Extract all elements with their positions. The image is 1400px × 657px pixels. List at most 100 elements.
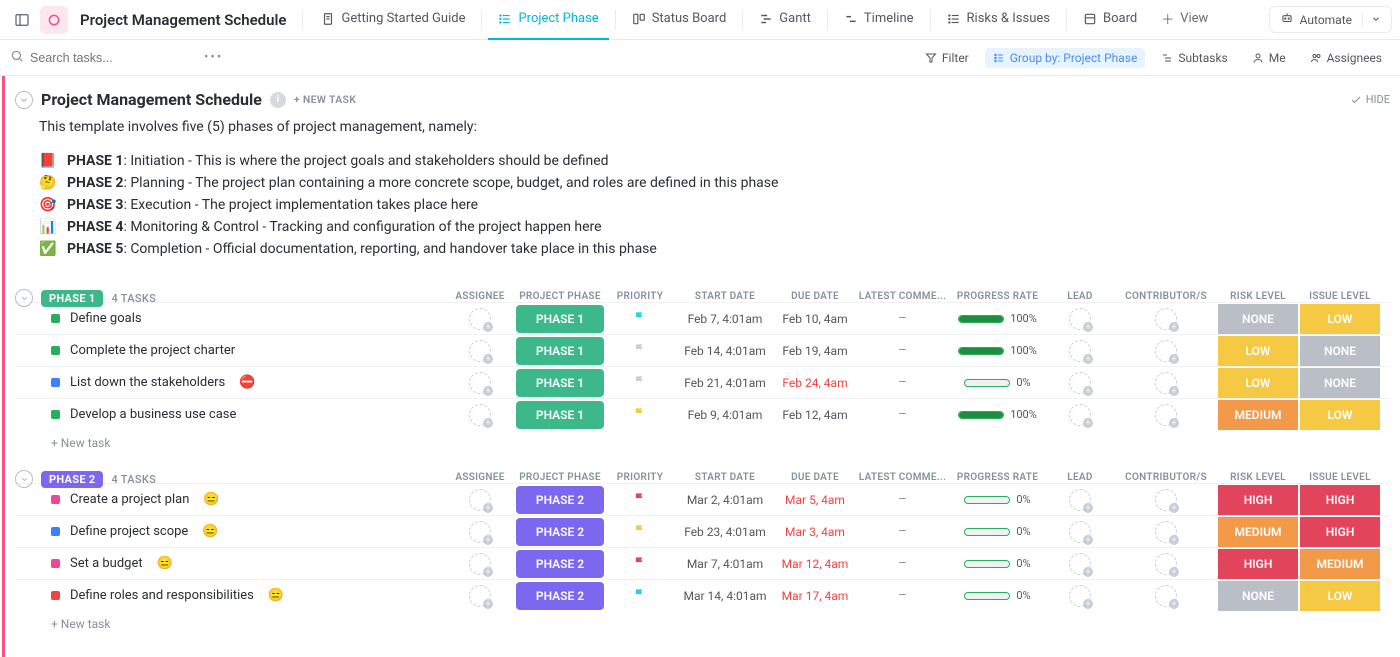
start-date[interactable]: Feb 14, 4:01am (684, 344, 766, 358)
priority-flag-icon[interactable] (633, 342, 647, 360)
start-date[interactable]: Mar 2, 4:01am (687, 493, 763, 507)
assignee-placeholder-icon[interactable] (469, 308, 491, 330)
project-color-icon[interactable] (40, 6, 68, 34)
start-date[interactable]: Mar 7, 4:01am (687, 557, 763, 571)
priority-flag-icon[interactable] (633, 587, 647, 605)
assignee-placeholder-icon[interactable] (1155, 340, 1177, 362)
filter-button[interactable]: Filter (917, 48, 977, 68)
risk-level-pill[interactable]: HIGH (1218, 549, 1298, 579)
assignee-placeholder-icon[interactable] (469, 553, 491, 575)
assignee-placeholder-icon[interactable] (1155, 553, 1177, 575)
start-date[interactable]: Mar 14, 4:01am (683, 589, 766, 603)
chevron-down-icon[interactable] (1362, 13, 1381, 27)
assignee-placeholder-icon[interactable] (1155, 489, 1177, 511)
priority-flag-icon[interactable] (633, 491, 647, 509)
group-collapse-button[interactable] (15, 289, 33, 307)
assignee-placeholder-icon[interactable] (1155, 308, 1177, 330)
assignee-placeholder-icon[interactable] (469, 521, 491, 543)
assignee-placeholder-icon[interactable] (1155, 404, 1177, 426)
phase-pill[interactable]: PHASE 1 (516, 337, 604, 365)
due-date[interactable]: Mar 12, 4am (782, 557, 849, 571)
issue-level-pill[interactable]: LOW (1300, 304, 1380, 334)
due-date[interactable]: Mar 5, 4am (785, 493, 845, 507)
assignee-placeholder-icon[interactable] (1069, 340, 1091, 362)
assignee-placeholder-icon[interactable] (469, 489, 491, 511)
assignee-placeholder-icon[interactable] (1069, 372, 1091, 394)
risk-level-pill[interactable]: LOW (1218, 336, 1298, 366)
assignee-placeholder-icon[interactable] (469, 585, 491, 607)
phase-pill[interactable]: PHASE 2 (516, 518, 604, 546)
risk-level-pill[interactable]: NONE (1218, 581, 1298, 611)
priority-flag-icon[interactable] (633, 523, 647, 541)
due-date[interactable]: Feb 12, 4am (782, 408, 847, 422)
progress-bar[interactable]: 0% (964, 557, 1030, 570)
phase-pill[interactable]: PHASE 2 (516, 582, 604, 610)
issue-level-pill[interactable]: HIGH (1300, 485, 1380, 515)
tab-risks-issues[interactable]: Risks & Issues (937, 0, 1060, 40)
due-date[interactable]: Feb 10, 4am (782, 312, 847, 326)
phase-pill[interactable]: PHASE 1 (516, 369, 604, 397)
phase-pill[interactable]: PHASE 2 (516, 486, 604, 514)
tab-getting-started-guide[interactable]: Getting Started Guide (311, 0, 475, 40)
tab-timeline[interactable]: Timeline (834, 0, 924, 40)
assignee-placeholder-icon[interactable] (1155, 585, 1177, 607)
tab-project-phase[interactable]: Project Phase (488, 0, 608, 40)
subtasks-button[interactable]: Subtasks (1153, 48, 1235, 68)
progress-bar[interactable]: 100% (958, 408, 1037, 421)
task-row[interactable]: List down the stakeholders ⛔ PHASE 1 Feb… (15, 366, 1390, 398)
start-date[interactable]: Feb 9, 4:01am (688, 408, 763, 422)
risk-level-pill[interactable]: LOW (1218, 368, 1298, 398)
new-task-header-button[interactable]: + NEW TASK (294, 93, 356, 106)
issue-level-pill[interactable]: LOW (1300, 581, 1380, 611)
risk-level-pill[interactable]: MEDIUM (1218, 517, 1298, 547)
issue-level-pill[interactable]: HIGH (1300, 517, 1380, 547)
phase-pill[interactable]: PHASE 1 (516, 305, 604, 333)
task-row[interactable]: Complete the project charter PHASE 1 Feb… (15, 334, 1390, 366)
risk-level-pill[interactable]: MEDIUM (1218, 400, 1298, 430)
task-row[interactable]: Set a budget 😑 PHASE 2 Mar 7, 4:01am Mar… (15, 547, 1390, 579)
progress-bar[interactable]: 0% (964, 525, 1030, 538)
more-options-icon[interactable]: ••• (198, 50, 229, 65)
assignee-placeholder-icon[interactable] (1155, 521, 1177, 543)
assignee-placeholder-icon[interactable] (1069, 308, 1091, 330)
add-view-button[interactable]: ＋ View (1151, 0, 1218, 40)
issue-level-pill[interactable]: MEDIUM (1300, 549, 1380, 579)
due-date[interactable]: Feb 24, 4am (782, 376, 847, 390)
tab-board[interactable]: Board (1073, 0, 1147, 40)
start-date[interactable]: Feb 23, 4:01am (684, 525, 766, 539)
assignee-placeholder-icon[interactable] (469, 372, 491, 394)
phase-pill[interactable]: PHASE 2 (516, 550, 604, 578)
assignee-placeholder-icon[interactable] (1155, 372, 1177, 394)
assignee-placeholder-icon[interactable] (469, 404, 491, 426)
task-row[interactable]: Define goals PHASE 1 Feb 7, 4:01am Feb 1… (15, 302, 1390, 334)
issue-level-pill[interactable]: NONE (1300, 368, 1380, 398)
progress-bar[interactable]: 0% (964, 589, 1030, 602)
due-date[interactable]: Mar 3, 4am (785, 525, 845, 539)
tab-status-board[interactable]: Status Board (622, 0, 737, 40)
progress-bar[interactable]: 0% (964, 376, 1030, 389)
assignee-placeholder-icon[interactable] (1069, 404, 1091, 426)
assignee-placeholder-icon[interactable] (1069, 521, 1091, 543)
group-by-button[interactable]: Group by: Project Phase (985, 48, 1146, 68)
task-row[interactable]: Develop a business use case PHASE 1 Feb … (15, 398, 1390, 430)
start-date[interactable]: Feb 7, 4:01am (688, 312, 763, 326)
risk-level-pill[interactable]: HIGH (1218, 485, 1298, 515)
phase-pill[interactable]: PHASE 1 (516, 401, 604, 429)
assignee-placeholder-icon[interactable] (1069, 585, 1091, 607)
collapse-all-button[interactable] (15, 91, 33, 109)
issue-level-pill[interactable]: NONE (1300, 336, 1380, 366)
start-date[interactable]: Feb 21, 4:01am (684, 376, 766, 390)
phase-badge[interactable]: PHASE 1 (41, 290, 103, 307)
task-row[interactable]: Define roles and responsibilities 😑 PHAS… (15, 579, 1390, 611)
due-date[interactable]: Feb 19, 4am (782, 344, 847, 358)
phase-badge[interactable]: PHASE 2 (41, 471, 103, 488)
task-row[interactable]: Define project scope 😑 PHASE 2 Feb 23, 4… (15, 515, 1390, 547)
hide-button[interactable]: HIDE (1350, 93, 1390, 106)
me-button[interactable]: Me (1244, 48, 1294, 68)
assignee-placeholder-icon[interactable] (469, 340, 491, 362)
priority-flag-icon[interactable] (633, 310, 647, 328)
automate-button[interactable]: Automate (1269, 6, 1392, 33)
assignees-button[interactable]: Assignees (1302, 48, 1390, 68)
risk-level-pill[interactable]: NONE (1218, 304, 1298, 334)
priority-flag-icon[interactable] (633, 555, 647, 573)
